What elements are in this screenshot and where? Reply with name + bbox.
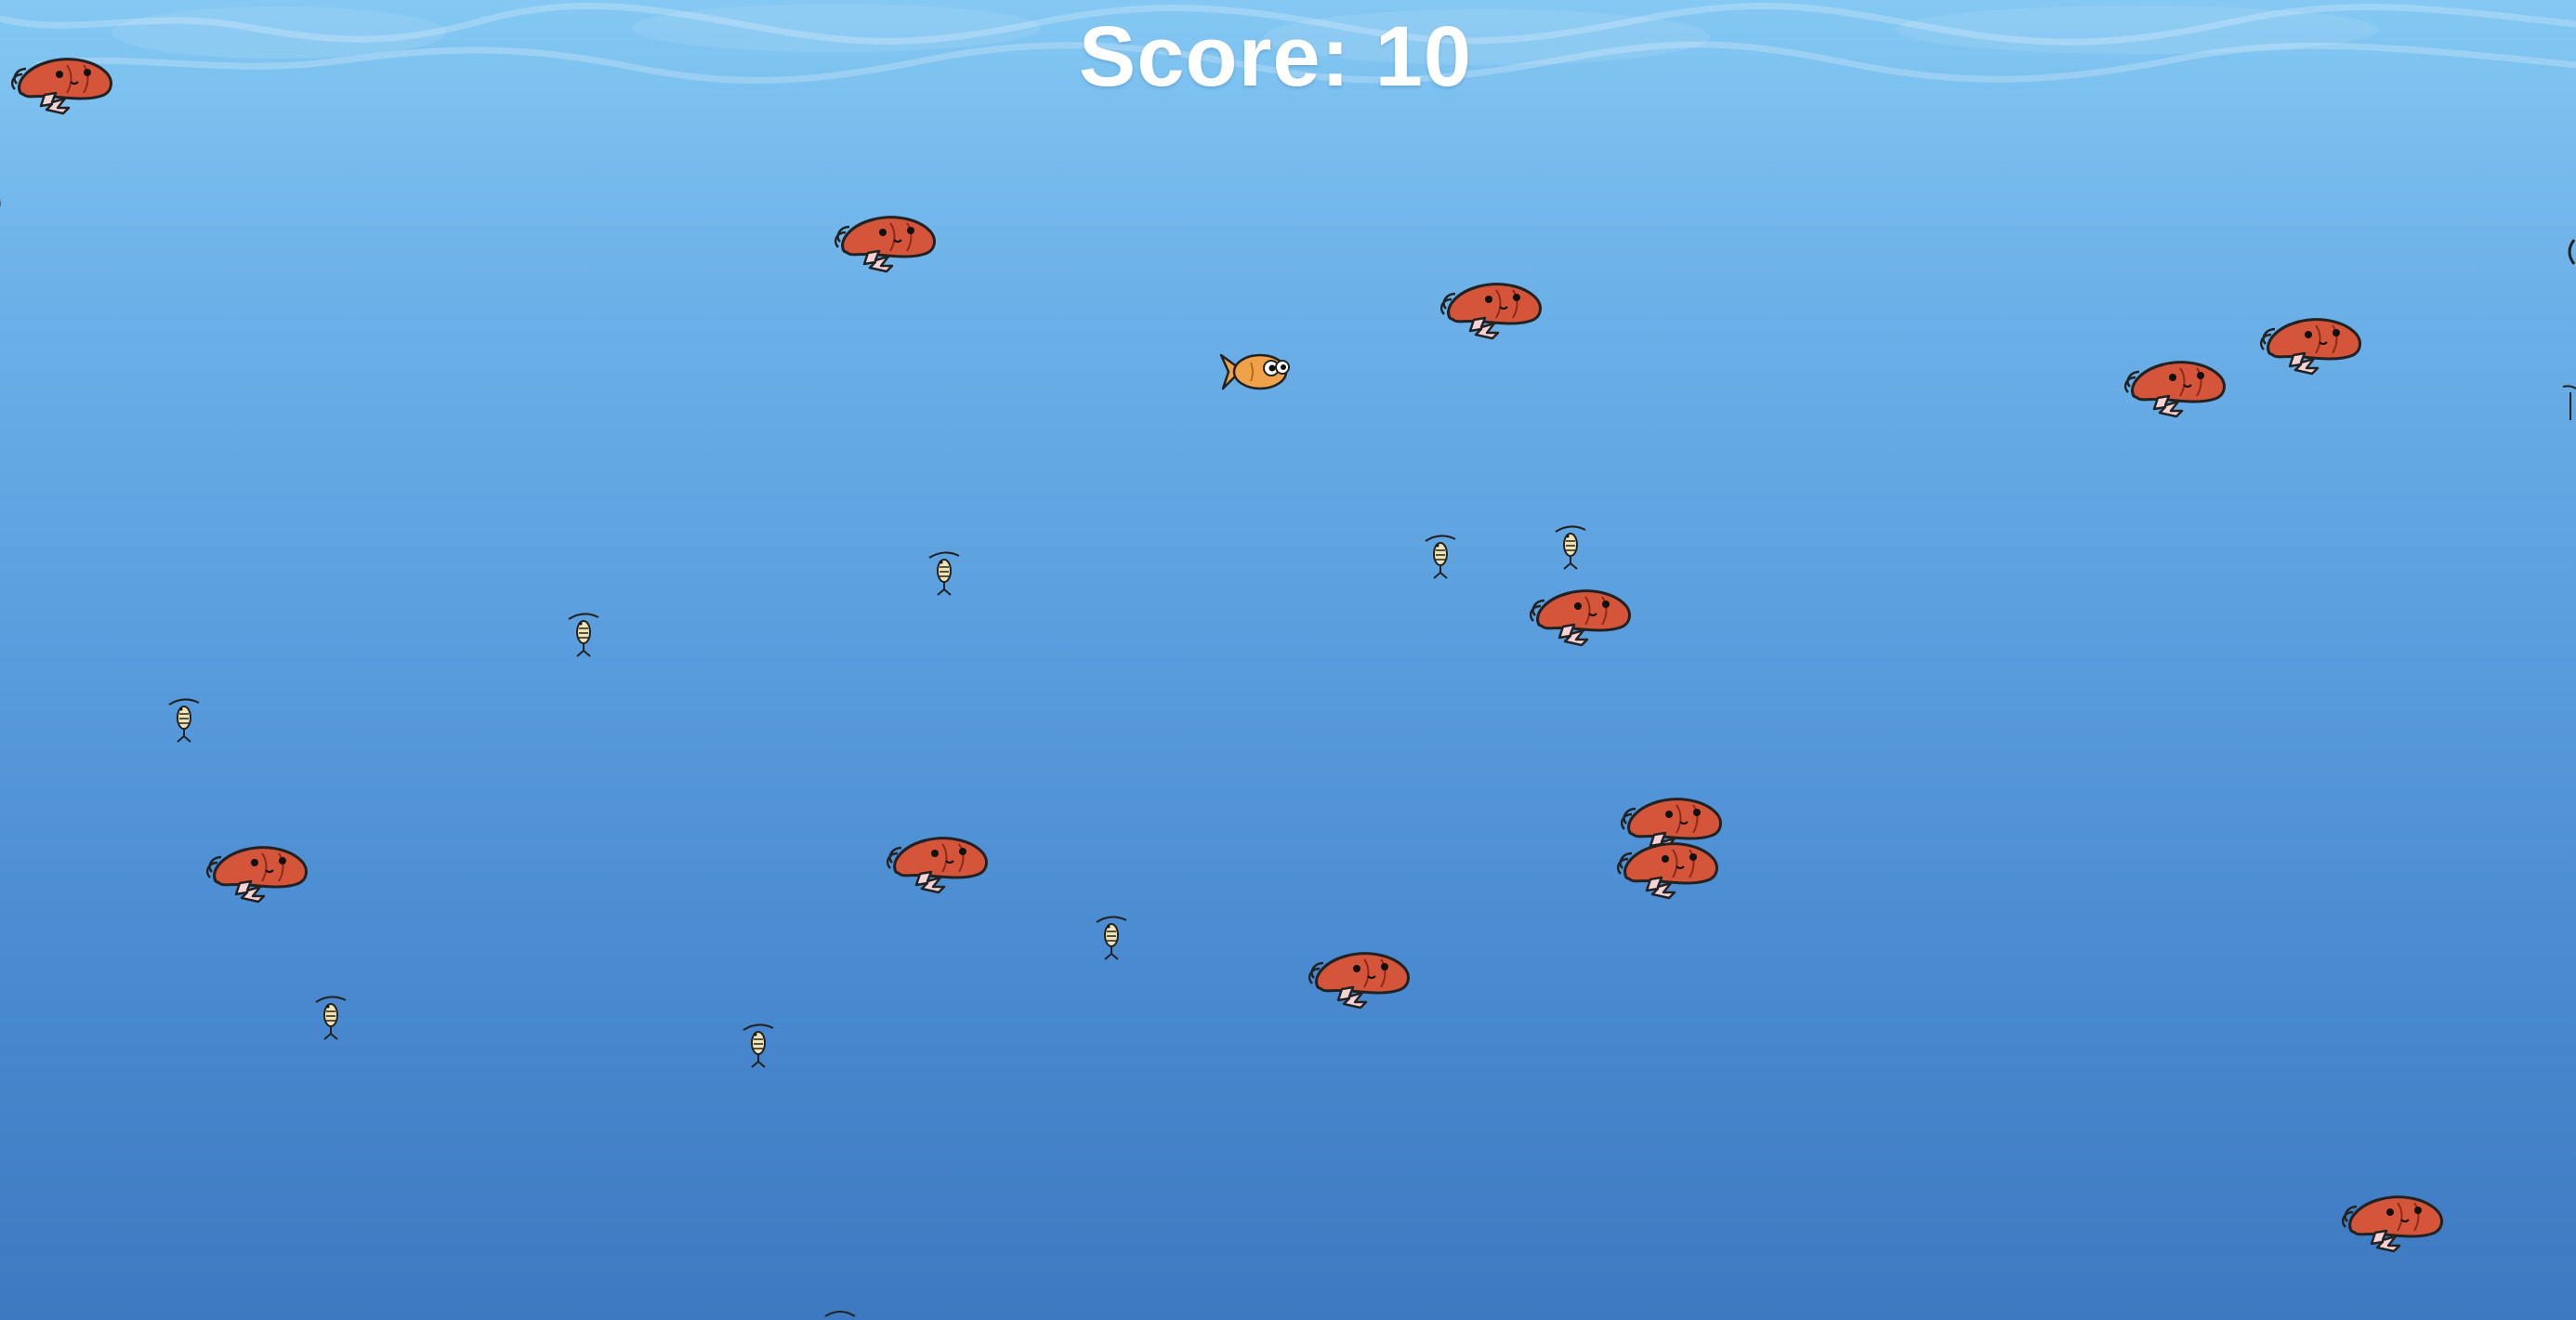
shrimp-icon[interactable]	[1530, 578, 1634, 649]
shrimp-icon[interactable]	[835, 205, 939, 275]
krill-icon[interactable]	[1422, 532, 1459, 580]
krill-icon[interactable]	[740, 1021, 777, 1069]
krill-icon[interactable]	[821, 1307, 859, 1320]
krill-icon[interactable]	[1093, 913, 1130, 961]
player-fish-icon[interactable]	[1217, 350, 1294, 394]
score-display: Score: 10	[1078, 9, 1473, 104]
shrimp-icon[interactable]	[1440, 271, 1544, 342]
shrimp-icon[interactable]	[11, 46, 115, 117]
shrimp-icon[interactable]	[2124, 350, 2228, 420]
shrimp-icon[interactable]	[2342, 1184, 2446, 1255]
krill-icon[interactable]	[2561, 383, 2576, 426]
krill-icon[interactable]	[926, 548, 963, 597]
shrimp-icon[interactable]	[206, 835, 310, 905]
shrimp-icon[interactable]	[2260, 307, 2364, 377]
shrimp-icon[interactable]	[0, 188, 6, 219]
krill-icon[interactable]	[312, 993, 349, 1041]
game-canvas[interactable]: Score: 10	[0, 0, 2576, 1320]
shrimp-icon[interactable]	[1308, 941, 1413, 1011]
krill-icon[interactable]	[165, 695, 203, 744]
krill-icon[interactable]	[565, 610, 602, 658]
shrimp-icon[interactable]	[887, 825, 991, 896]
krill-icon[interactable]	[1552, 522, 1589, 571]
shrimp-icon[interactable]	[1617, 831, 1721, 902]
shrimp-icon[interactable]	[2563, 236, 2576, 268]
